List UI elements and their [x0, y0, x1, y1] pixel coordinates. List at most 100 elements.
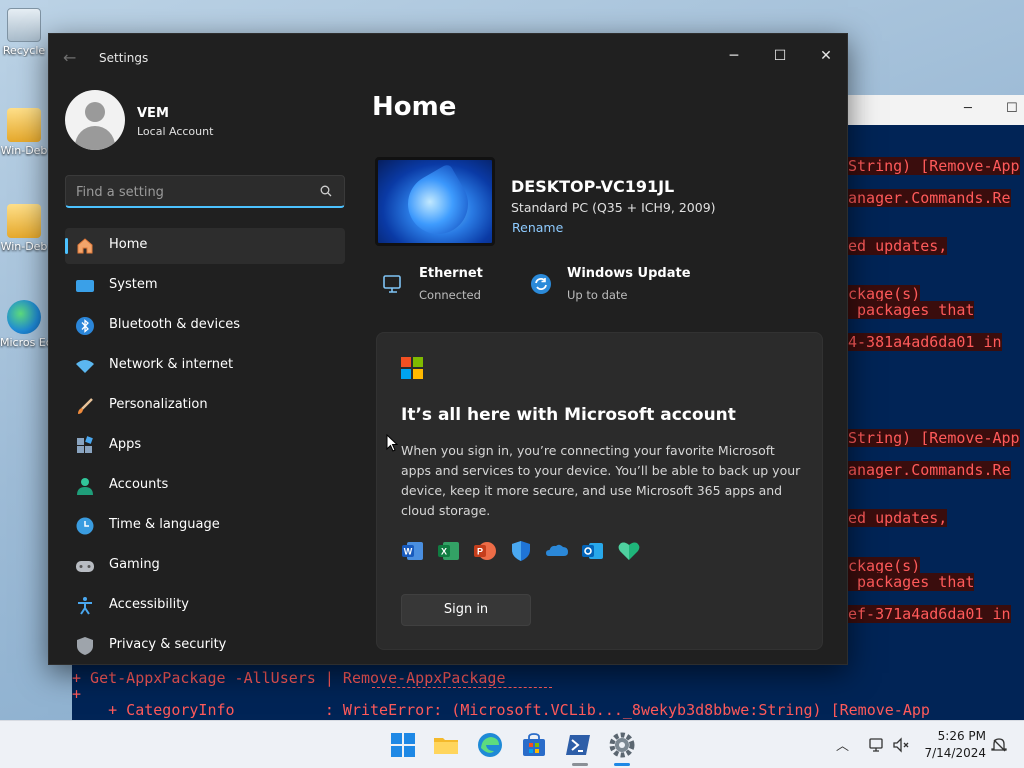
- file-explorer-icon[interactable]: [432, 731, 460, 759]
- sidebar-item-system[interactable]: System: [65, 268, 345, 304]
- sidebar-item-label: Accounts: [109, 477, 169, 492]
- terminal-line: packages that: [848, 573, 975, 591]
- maximize-icon[interactable]: ☐: [1006, 101, 1018, 116]
- sidebar-item-accessibility[interactable]: Accessibility: [65, 588, 345, 624]
- desktop-icon-label: Micros Edg: [0, 336, 48, 349]
- ethernet-icon: [383, 275, 401, 293]
- settings-gear-icon[interactable]: [608, 731, 636, 759]
- close-button[interactable]: ✕: [803, 40, 847, 72]
- sidebar-item-time-language[interactable]: Time & language: [65, 508, 345, 544]
- microsoft-store-icon[interactable]: [520, 731, 548, 759]
- taskbar-active-indicator: [614, 763, 630, 766]
- terminal-line: ef-371a4ad6da01 in: [848, 605, 1011, 623]
- folder-icon: [7, 108, 41, 142]
- search-box[interactable]: [65, 175, 345, 208]
- terminal-line: packages that: [848, 301, 975, 319]
- terminal-line: anager.Commands.Re: [848, 461, 1011, 479]
- desktop-icon-recycle-bin[interactable]: Recycle: [0, 8, 48, 57]
- sidebar-item-label: Home: [109, 237, 148, 252]
- status-subtitle: Up to date: [567, 288, 628, 302]
- sidebar-item-label: Time & language: [109, 517, 220, 532]
- sidebar-item-network[interactable]: Network & internet: [65, 348, 345, 384]
- svg-text:P: P: [477, 547, 483, 557]
- maximize-button[interactable]: ☐: [757, 40, 803, 72]
- sidebar-nav: Home System Bluetooth & devices Network …: [65, 228, 345, 664]
- terminal-line: + CategoryInfo : WriteError: (Microsoft.…: [72, 701, 930, 719]
- search-input[interactable]: [76, 182, 306, 202]
- rename-link[interactable]: Rename: [512, 220, 563, 235]
- clock-date[interactable]: 7/14/2024: [920, 746, 986, 760]
- minimize-button[interactable]: ─: [711, 40, 757, 72]
- volume-muted-icon[interactable]: [892, 736, 910, 754]
- desktop-icon-win-debloat-2[interactable]: Win-Deb: [0, 204, 48, 253]
- back-arrow-icon[interactable]: ←: [63, 48, 83, 68]
- sidebar-item-apps[interactable]: Apps: [65, 428, 345, 464]
- status-subtitle: Connected: [419, 288, 481, 302]
- accounts-icon: [77, 478, 93, 495]
- device-wallpaper-thumbnail: [375, 157, 495, 246]
- sidebar-item-bluetooth[interactable]: Bluetooth & devices: [65, 308, 345, 344]
- apps-icon: [77, 436, 93, 453]
- clock-time[interactable]: 5:26 PM: [930, 729, 986, 743]
- terminal-line: anager.Commands.Re: [848, 189, 1011, 207]
- terminal-line: ed updates,: [848, 237, 948, 255]
- sign-in-button[interactable]: Sign in: [401, 594, 531, 626]
- search-icon[interactable]: [320, 185, 332, 197]
- terminal-line: String) [Remove-App: [848, 157, 1020, 175]
- system-icon: [76, 280, 94, 292]
- tray-overflow-chevron-icon[interactable]: ︿: [836, 735, 849, 754]
- profile-account-type: Local Account: [137, 125, 214, 138]
- desktop-icon-label: Win-Deb: [0, 240, 48, 253]
- avatar[interactable]: [65, 90, 125, 150]
- home-icon: [77, 238, 93, 254]
- microsoft-account-card: It’s all here with Microsoft account Whe…: [376, 332, 823, 650]
- sidebar-item-label: Apps: [109, 437, 142, 452]
- bluetooth-icon: [76, 317, 94, 335]
- settings-window[interactable]: ← Settings ─ ☐ ✕ VEM Local Account Home: [48, 33, 848, 665]
- sidebar-item-label: Gaming: [109, 557, 160, 572]
- terminal-line: ed updates,: [848, 509, 948, 527]
- sidebar-item-privacy-security[interactable]: Privacy & security: [65, 628, 345, 664]
- status-title: Ethernet: [419, 266, 483, 281]
- sidebar-item-label: System: [109, 277, 158, 292]
- gamepad-icon: [76, 561, 94, 572]
- terminal-line: String) [Remove-App: [848, 429, 1020, 447]
- page-title: Home: [372, 92, 457, 122]
- card-description: When you sign in, you’re connecting your…: [401, 443, 801, 518]
- sidebar-item-accounts[interactable]: Accounts: [65, 468, 345, 504]
- network-tray-icon[interactable]: [868, 736, 886, 754]
- powershell-icon[interactable]: [564, 731, 592, 759]
- terminal-line: 4-381a4ad6da01 in: [848, 333, 1002, 351]
- sidebar-item-personalization[interactable]: Personalization: [65, 388, 345, 424]
- notification-bell-icon[interactable]: [990, 736, 1008, 754]
- taskbar-running-indicator: [572, 763, 588, 766]
- start-windows-icon[interactable]: [389, 731, 417, 759]
- sidebar-item-gaming[interactable]: Gaming: [65, 548, 345, 584]
- avatar-body: [75, 126, 115, 150]
- desktop-icon-label: Win-Deb: [0, 144, 48, 157]
- family-safety-icon: [618, 542, 640, 560]
- powershell-titlebar[interactable]: ─ ☐: [848, 95, 1024, 125]
- edge-browser-icon[interactable]: [476, 731, 504, 759]
- edge-icon: [7, 300, 41, 334]
- sidebar-item-label: Accessibility: [109, 597, 189, 612]
- clock-icon: [76, 517, 94, 535]
- desktop-icon-label: Recycle: [2, 44, 46, 57]
- status-title: Windows Update: [567, 266, 691, 281]
- svg-text:X: X: [441, 547, 447, 557]
- onedrive-icon: [546, 544, 568, 556]
- titlebar[interactable]: ← Settings ─ ☐ ✕: [49, 34, 847, 82]
- wallpaper-bloom: [397, 163, 479, 243]
- terminal-line: + Get-AppxPackage -AllUsers | Remove-App…: [72, 669, 506, 687]
- windows-update-icon: [531, 274, 551, 294]
- desktop-icon-win-debloat-1[interactable]: Win-Deb: [0, 108, 48, 157]
- desktop-icon-edge[interactable]: Micros Edg: [0, 300, 48, 349]
- brush-icon: [78, 398, 93, 414]
- device-spec: Standard PC (Q35 + ICH9, 2009): [511, 200, 716, 215]
- sidebar-item-home[interactable]: Home: [65, 228, 345, 264]
- word-icon: W: [402, 542, 423, 560]
- minimize-icon[interactable]: ─: [964, 101, 972, 116]
- device-name: DESKTOP-VC191JL: [511, 177, 675, 196]
- recycle-bin-icon: [7, 8, 41, 42]
- window-title: Settings: [99, 51, 149, 65]
